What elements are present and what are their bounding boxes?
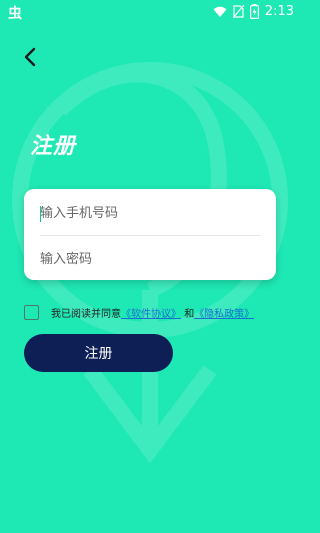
agreement-text: 我已阅读并同意《软件协议》 和《隐私政策》 — [51, 305, 254, 320]
agreement-prefix: 我已阅读并同意 — [51, 308, 121, 320]
agreement-checkbox[interactable] — [24, 304, 39, 320]
field-divider — [40, 235, 260, 236]
register-button[interactable]: 注册 — [24, 334, 173, 372]
register-form-card — [24, 189, 276, 280]
wifi-icon — [213, 6, 227, 17]
agreement-and: 和 — [184, 308, 195, 320]
battery-charging-icon — [249, 4, 259, 19]
agreement-row: 我已阅读并同意《软件协议》 和《隐私政策》 — [24, 303, 284, 321]
no-sim-icon — [232, 5, 244, 18]
password-input[interactable] — [40, 239, 260, 279]
page-title: 注册 — [30, 134, 77, 159]
software-agreement-link[interactable]: 《软件协议》 — [121, 309, 181, 320]
app-notification-icon: 虫 — [8, 6, 22, 22]
status-icons: 2:13 — [213, 4, 294, 19]
status-bar: 虫 2:13 — [0, 0, 300, 24]
back-chevron-icon[interactable] — [18, 44, 44, 70]
text-cursor — [40, 206, 41, 222]
password-field[interactable] — [40, 239, 260, 279]
privacy-policy-link[interactable]: 《隐私政策》 — [194, 309, 254, 320]
phone-field[interactable] — [40, 193, 260, 233]
status-time: 2:13 — [264, 4, 294, 19]
phone-input[interactable] — [40, 193, 260, 233]
